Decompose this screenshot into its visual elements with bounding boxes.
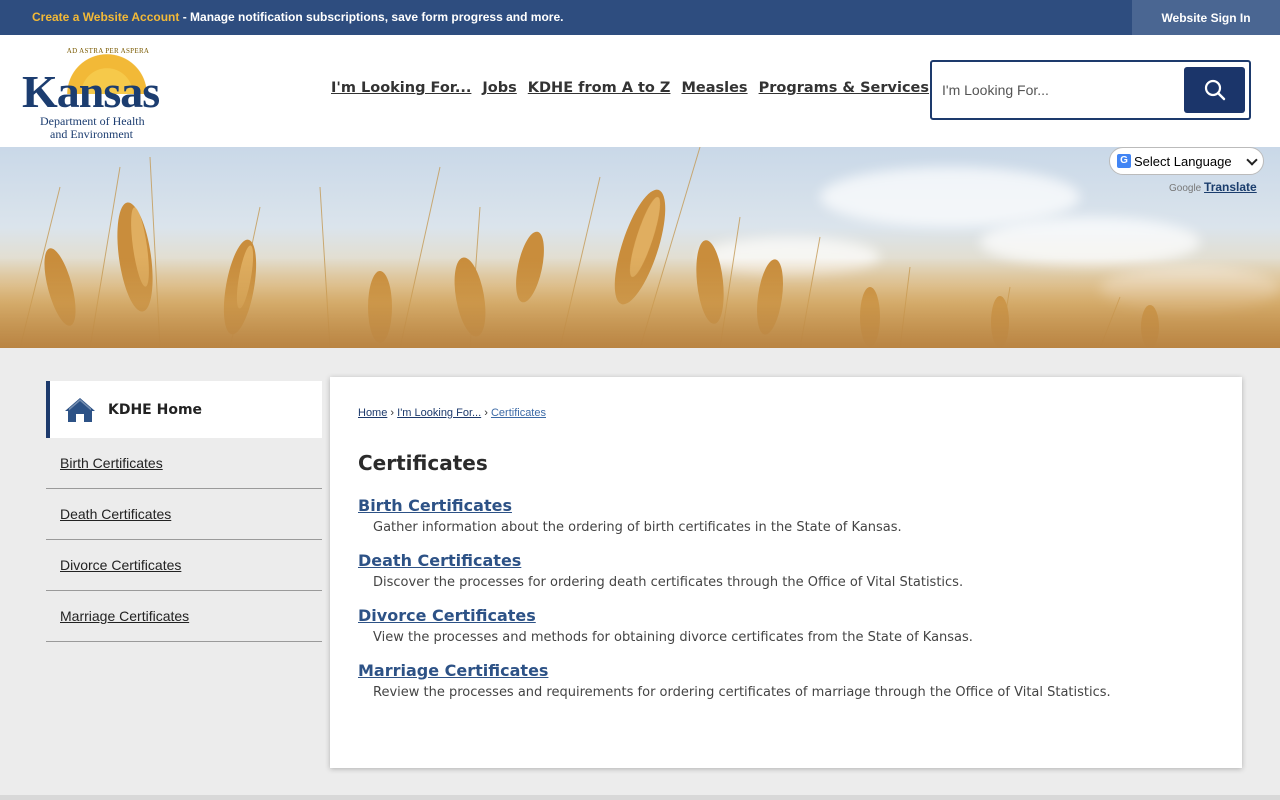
breadcrumb-separator: › [484,407,488,419]
top-notification-bar: Create a Website Account - Manage notifi… [0,0,1280,35]
birth-certificates-link[interactable]: Birth Certificates [358,496,1218,515]
nav-item-measles[interactable]: Measles [681,80,747,96]
nav-item-looking-for[interactable]: I'm Looking For... [331,80,471,96]
sidebar-item-divorce-certificates[interactable]: Divorce Certificates [46,540,322,591]
death-certificates-link[interactable]: Death Certificates [358,551,1218,570]
breadcrumb-looking-for-link[interactable]: I'm Looking For... [397,407,481,419]
list-item-description: Review the processes and requirements fo… [373,685,1111,700]
sidebar-item-marriage-certificates[interactable]: Marriage Certificates [46,591,322,642]
logo-wordmark: Kansas [22,66,160,117]
nav-item-jobs[interactable]: Jobs [482,80,516,96]
list-item: Birth Certificates Gather information ab… [358,496,1218,551]
list-item-description: View the processes and methods for obtai… [373,630,973,645]
topbar-message: Create a Website Account - Manage notifi… [32,10,563,24]
topbar-message-text: - Manage notification subscriptions, sav… [179,10,564,24]
search-input[interactable] [942,76,1172,104]
breadcrumb-current[interactable]: Certificates [491,407,546,419]
footer-divider [0,795,1280,800]
logo-motto: AD ASTRA PER ASPERA [66,47,150,55]
list-item: Death Certificates Discover the processe… [358,551,1218,606]
sidebar-navigation: KDHE Home Birth Certificates Death Certi… [46,381,322,642]
website-sign-in-button[interactable]: Website Sign In [1132,0,1280,35]
kdhe-logo[interactable]: AD ASTRA PER ASPERA Kansas Department of… [22,45,167,141]
powered-by-google: Google Translate [1169,180,1257,194]
nav-item-a-to-z[interactable]: KDHE from A to Z [528,80,671,96]
content-card: Home › I'm Looking For... › Certificates… [330,377,1242,768]
sidebar-item-kdhe-home[interactable]: KDHE Home [46,381,322,438]
list-item-description: Discover the processes for ordering deat… [373,575,964,590]
breadcrumb-home-link[interactable]: Home [358,407,387,419]
list-item: Divorce Certificates View the processes … [358,606,1218,661]
sidebar-item-death-certificates[interactable]: Death Certificates [46,489,322,540]
translate-link[interactable]: Translate [1204,180,1257,194]
language-select[interactable]: G Select Language [1109,147,1264,175]
logo-subtitle-line2: and Environment [50,127,133,141]
certificate-list: Birth Certificates Gather information ab… [358,496,1218,716]
sidebar-home-label: KDHE Home [108,401,203,418]
nav-item-programs-services[interactable]: Programs & Services [759,80,929,96]
search-button[interactable] [1184,67,1245,113]
list-item-description: Gather information about the ordering of… [373,520,902,535]
language-select-label: Select Language [1134,153,1232,169]
search-icon [1204,79,1225,101]
google-label: Google [1169,183,1202,194]
main-navigation: I'm Looking For... Jobs KDHE from A to Z… [331,80,940,96]
breadcrumb-separator: › [390,407,395,419]
page-title: Certificates [358,451,488,475]
wheat-field-gradient [0,258,1280,348]
list-item: Marriage Certificates Review the process… [358,661,1218,716]
sidebar-item-birth-certificates[interactable]: Birth Certificates [46,438,322,489]
site-header: AD ASTRA PER ASPERA Kansas Department of… [0,35,1280,147]
wheat-banner-image [0,147,1280,348]
google-translate-icon: G [1117,154,1131,168]
breadcrumb: Home › I'm Looking For... › Certificates [358,407,546,419]
search-box [930,60,1251,120]
home-icon [65,397,95,422]
marriage-certificates-link[interactable]: Marriage Certificates [358,661,1218,680]
divorce-certificates-link[interactable]: Divorce Certificates [358,606,1218,625]
create-account-link[interactable]: Create a Website Account [32,10,179,24]
chevron-down-icon [1246,154,1258,166]
